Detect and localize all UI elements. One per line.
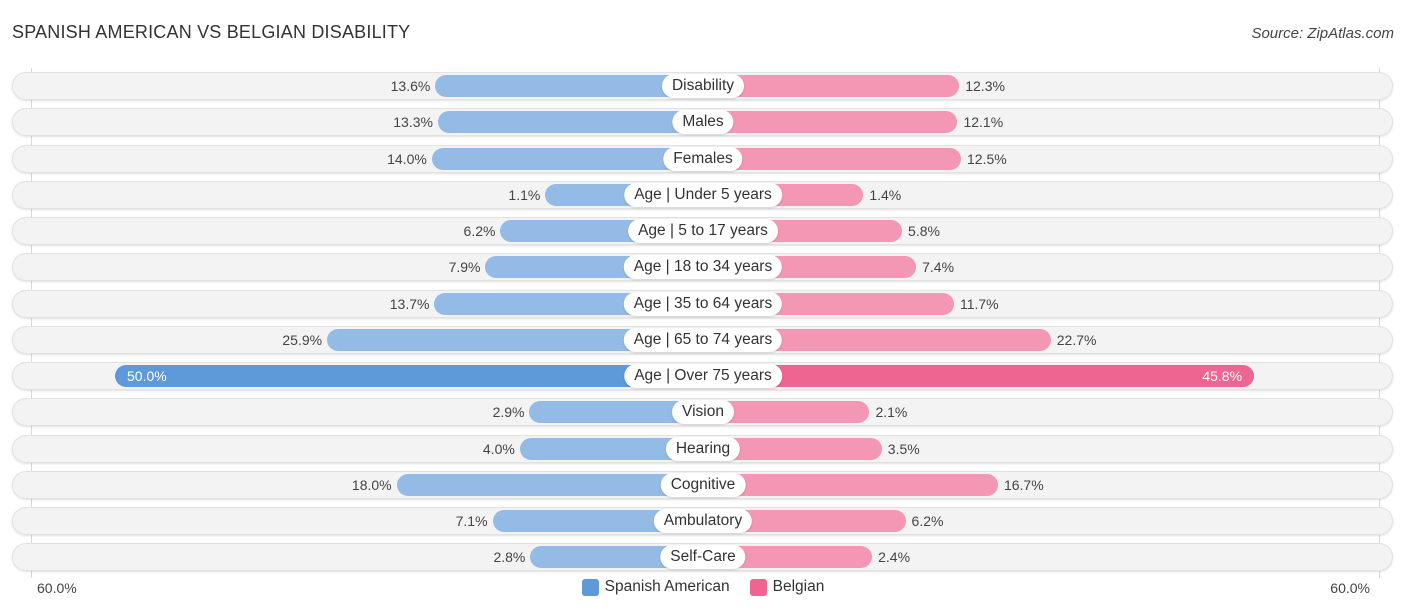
chart-title: SPANISH AMERICAN VS BELGIAN DISABILITY bbox=[12, 22, 411, 42]
value-label-belgian-cognitive: 16.7% bbox=[1003, 476, 1044, 493]
value-label-spanish-american-age-18-to-34-years: 7.9% bbox=[448, 259, 481, 276]
value-label-belgian-disability: 12.3% bbox=[965, 78, 1005, 94]
legend-item-belgian[interactable]: Belgian bbox=[749, 578, 825, 596]
bar-belgian-age-over-75-years[interactable] bbox=[703, 365, 1255, 387]
category-label-ambulatory: Ambulatory bbox=[653, 509, 753, 533]
bar-spanish-american-cognitive[interactable] bbox=[396, 473, 703, 496]
value-label-belgian-ambulatory: 6.2% bbox=[911, 513, 944, 529]
value-label-spanish-american-females: 14.0% bbox=[387, 150, 427, 167]
legend-label-spanish-american: Spanish American bbox=[604, 578, 730, 595]
category-label-age-under-5-years: Age | Under 5 years bbox=[624, 182, 782, 207]
value-label-spanish-american-age-35-to-64-years: 13.7% bbox=[389, 295, 430, 312]
value-label-spanish-american-disability: 13.6% bbox=[390, 78, 431, 94]
legend-swatch-belgian bbox=[749, 578, 767, 596]
bar-spanish-american-males[interactable] bbox=[437, 111, 703, 134]
category-label-age-5-to-17-years: Age | 5 to 17 years bbox=[628, 219, 778, 243]
category-label-age-over-75-years: Age | Over 75 years bbox=[624, 364, 782, 388]
bar-belgian-males[interactable] bbox=[703, 111, 958, 134]
category-label-age-65-to-74-years: Age | 65 to 74 years bbox=[623, 327, 783, 352]
category-label-hearing: Hearing bbox=[665, 436, 741, 461]
category-label-males: Males bbox=[672, 110, 734, 135]
value-label-spanish-american-age-under-5-years: 1.1% bbox=[508, 186, 541, 203]
category-label-females: Females bbox=[663, 146, 743, 171]
value-label-spanish-american-self-care: 2.8% bbox=[493, 549, 526, 566]
value-label-belgian-age-35-to-64-years: 11.7% bbox=[959, 295, 999, 312]
value-label-belgian-age-5-to-17-years: 5.8% bbox=[908, 223, 940, 239]
category-label-cognitive: Cognitive bbox=[660, 472, 746, 497]
value-label-spanish-american-age-5-to-17-years: 6.2% bbox=[463, 223, 496, 239]
category-label-age-35-to-64-years: Age | 35 to 64 years bbox=[623, 291, 783, 316]
value-label-belgian-females: 12.5% bbox=[967, 150, 1007, 167]
value-label-belgian-males: 12.1% bbox=[963, 114, 1004, 131]
value-label-belgian-age-65-to-74-years: 22.7% bbox=[1056, 331, 1097, 348]
value-label-belgian-hearing: 3.5% bbox=[887, 440, 920, 457]
source-label: Source: ZipAtlas.com bbox=[1251, 25, 1394, 42]
category-label-age-18-to-34-years: Age | 18 to 34 years bbox=[623, 255, 783, 280]
value-label-spanish-american-age-over-75-years: 50.0% bbox=[127, 368, 167, 384]
legend-item-spanish-american[interactable]: Spanish American bbox=[581, 578, 730, 596]
value-label-spanish-american-cognitive: 18.0% bbox=[351, 476, 392, 493]
value-label-spanish-american-hearing: 4.0% bbox=[482, 440, 515, 457]
legend-label-belgian: Belgian bbox=[772, 578, 825, 595]
bar-belgian-cognitive[interactable] bbox=[703, 473, 998, 496]
value-label-belgian-self-care: 2.4% bbox=[878, 549, 911, 566]
bar-spanish-american-age-over-75-years[interactable] bbox=[115, 365, 703, 387]
value-label-belgian-age-under-5-years: 1.4% bbox=[869, 186, 902, 203]
category-label-self-care: Self-Care bbox=[660, 545, 746, 570]
value-label-spanish-american-males: 13.3% bbox=[393, 114, 433, 131]
legend-swatch-spanish-american bbox=[581, 578, 599, 596]
value-label-belgian-vision: 2.1% bbox=[875, 404, 908, 421]
category-label-disability: Disability bbox=[661, 74, 745, 98]
value-label-spanish-american-age-65-to-74-years: 25.9% bbox=[282, 331, 323, 348]
category-label-vision: Vision bbox=[672, 400, 734, 425]
value-label-belgian-age-over-75-years: 45.8% bbox=[1202, 368, 1243, 384]
legend: Spanish American Belgian bbox=[0, 578, 1406, 596]
value-label-spanish-american-vision: 2.9% bbox=[492, 404, 525, 421]
value-label-spanish-american-ambulatory: 7.1% bbox=[455, 513, 488, 529]
value-label-belgian-age-18-to-34-years: 7.4% bbox=[922, 259, 955, 276]
